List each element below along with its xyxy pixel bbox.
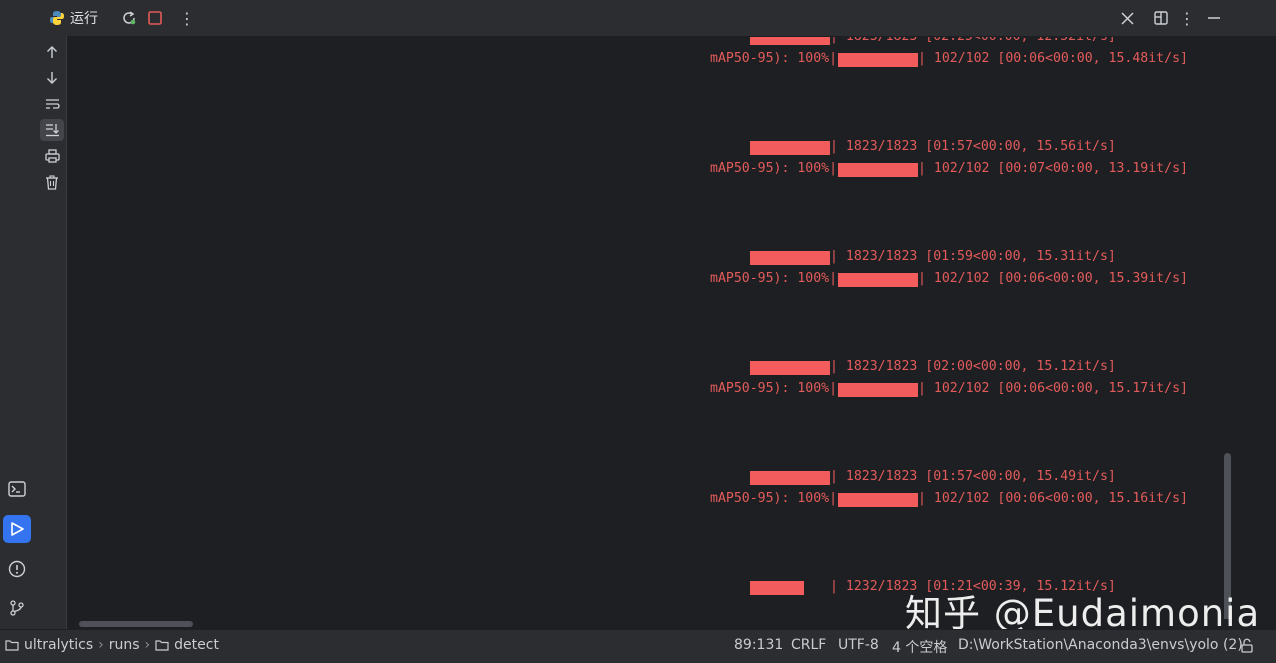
scroll-to-end-icon[interactable] — [40, 119, 64, 141]
status-bar: ultralytics › runs › detect 89:131 CRLF … — [0, 629, 1276, 663]
val-progress-bar — [838, 383, 918, 397]
rerun-icon[interactable] — [119, 8, 139, 28]
soft-wrap-icon[interactable] — [42, 94, 62, 114]
train-progress-stats: | 1823/1823 [01:57<00:00, 15.49it/s] — [830, 469, 1116, 484]
breadcrumb: ultralytics › runs › detect — [5, 637, 219, 653]
breadcrumb-item-detect[interactable]: detect — [174, 637, 219, 653]
terminal-icon[interactable] — [6, 478, 28, 500]
val-progress-bar — [838, 493, 918, 507]
val-progress-stats: | 102/102 [00:06<00:00, 15.39it/s] — [918, 271, 1188, 286]
run-label: 运行 — [70, 11, 98, 27]
vertical-scrollbar[interactable] — [1224, 37, 1276, 629]
train-progress-bar — [750, 471, 830, 485]
close-tab-icon[interactable] — [1117, 8, 1137, 28]
val-progress-stats: | 102/102 [00:07<00:00, 13.19it/s] — [918, 161, 1188, 176]
problems-icon[interactable] — [6, 558, 28, 580]
train-progress-stats: | 1823/1823 [02:00<00:00, 15.12it/s] — [830, 359, 1116, 374]
breadcrumb-item-runs[interactable]: runs — [109, 637, 140, 653]
minimize-icon[interactable] — [1204, 8, 1224, 28]
train-progress-bar — [750, 361, 830, 375]
arrow-down-icon[interactable] — [42, 68, 62, 88]
train-progress-stats: | 1823/1823 [02:25<00:00, 12.52it/s] — [830, 37, 1116, 48]
train-progress-bar — [750, 141, 830, 155]
more-options-icon[interactable]: ⋮ — [177, 8, 197, 28]
run-config-tab[interactable]: 运行 — [49, 6, 98, 30]
run-tool-window-icon[interactable] — [3, 515, 31, 543]
val-progress-stats: | 102/102 [00:06<00:00, 15.48it/s] — [918, 51, 1188, 66]
train-progress-bar — [750, 37, 830, 45]
breadcrumb-separator: › — [98, 637, 104, 653]
val-progress-stats: | 102/102 [00:06<00:00, 15.16it/s] — [918, 491, 1188, 506]
run-toolbar: 运行 ⋮ ⋮ — [39, 0, 1276, 37]
train-progress-stats: | 1823/1823 [01:57<00:00, 15.56it/s] — [830, 139, 1116, 154]
val-progress-bar — [838, 273, 918, 287]
train-progress-stats: | 1823/1823 [01:59<00:00, 15.31it/s] — [830, 249, 1116, 264]
train-progress-bar — [750, 581, 805, 595]
git-icon[interactable] — [6, 597, 28, 619]
arrow-up-icon[interactable] — [42, 42, 62, 62]
caret-position[interactable]: 89:131 — [734, 637, 783, 653]
console-output[interactable]: 4/301.09G1.3790.96871.19763640: 100%|| 1… — [67, 37, 1234, 623]
layout-icon[interactable] — [1151, 8, 1171, 28]
print-icon[interactable] — [42, 146, 62, 166]
val-header-map50-95: mAP50-95): 100%| — [710, 381, 838, 396]
lock-icon[interactable] — [1240, 638, 1254, 654]
val-progress-stats: | 102/102 [00:06<00:00, 15.17it/s] — [918, 381, 1188, 396]
python-icon — [49, 10, 65, 26]
indent-setting[interactable]: 4 个空格 — [892, 637, 947, 657]
horizontal-scrollbar-thumb[interactable] — [79, 621, 193, 627]
options-icon[interactable]: ⋮ — [1177, 8, 1197, 28]
breadcrumb-item-ultralytics[interactable]: ultralytics — [24, 637, 93, 653]
line-ending[interactable]: CRLF — [791, 637, 826, 653]
folder-icon — [155, 638, 169, 652]
file-encoding[interactable]: UTF-8 — [838, 637, 879, 653]
val-header-map50-95: mAP50-95): 100%| — [710, 491, 838, 506]
val-header-map50-95: mAP50-95): 100%| — [710, 161, 838, 176]
breadcrumb-separator: › — [144, 637, 151, 653]
val-header-map50-95: mAP50-95): 100%| — [710, 271, 838, 286]
val-progress-bar — [838, 53, 918, 67]
train-progress-bar — [750, 251, 830, 265]
stop-icon[interactable] — [145, 8, 165, 28]
folder-icon — [5, 638, 19, 652]
python-interpreter[interactable]: D:\WorkStation\Anaconda3\envs\yolo (2) — [958, 637, 1243, 653]
trash-icon[interactable] — [42, 172, 62, 192]
val-progress-bar — [838, 163, 918, 177]
left-tool-window-bar — [0, 0, 40, 629]
val-header-map50-95: mAP50-95): 100%| — [710, 51, 838, 66]
console-action-gutter — [39, 36, 67, 629]
